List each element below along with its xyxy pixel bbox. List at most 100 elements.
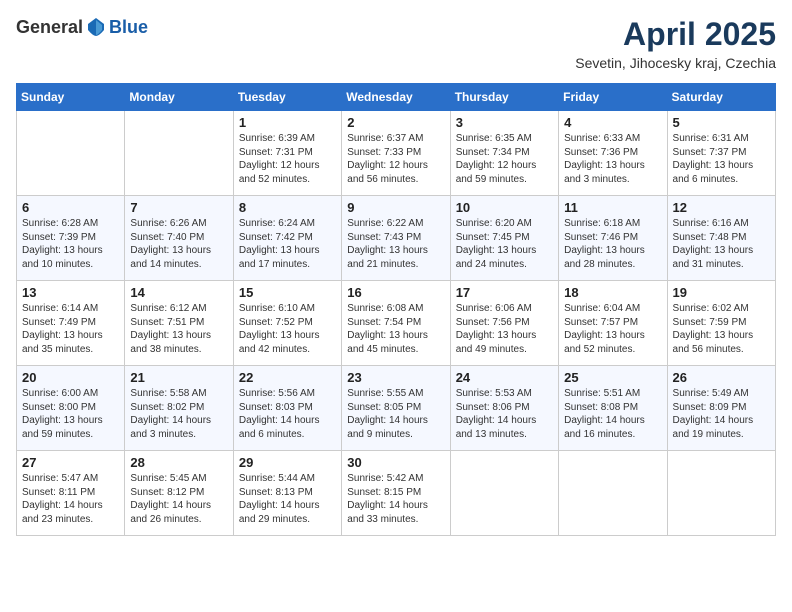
calendar-cell: 8Sunrise: 6:24 AM Sunset: 7:42 PM Daylig… — [233, 196, 341, 281]
cell-details: Sunrise: 6:31 AM Sunset: 7:37 PM Dayligh… — [673, 132, 770, 186]
day-number: 25 — [564, 370, 661, 385]
day-number: 13 — [22, 285, 119, 300]
logo-blue: Blue — [109, 17, 148, 38]
calendar-cell: 3 Sunrise: 6:35 AM Sunset: 7:34 PM Daylig… — [450, 111, 558, 196]
cell-details: Sunrise: 6:04 AM Sunset: 7:57 PM Dayligh… — [564, 302, 661, 356]
column-header-thursday: Thursday — [450, 84, 558, 111]
cell-details: Sunrise: 6:02 AM Sunset: 7:59 PM Dayligh… — [673, 302, 770, 356]
cell-details: Sunrise: 6:20 AM Sunset: 7:45 PM Dayligh… — [456, 217, 553, 271]
calendar-week-row: 1Sunrise: 6:39 AM Sunset: 7:31 PM Daylig… — [17, 111, 776, 196]
cell-details: Sunrise: 6:16 AM Sunset: 7:48 PM Dayligh… — [673, 217, 770, 271]
day-number: 19 — [673, 285, 770, 300]
calendar-table: SundayMondayTuesdayWednesdayThursdayFrid… — [16, 83, 776, 536]
day-number: 26 — [673, 370, 770, 385]
column-header-friday: Friday — [559, 84, 667, 111]
day-number: 4 — [564, 115, 661, 130]
logo-icon — [85, 16, 107, 38]
cell-details: Sunrise: 6:08 AM Sunset: 7:54 PM Dayligh… — [347, 302, 444, 356]
day-number: 27 — [22, 455, 119, 470]
day-number: 11 — [564, 200, 661, 215]
cell-details: Sunrise: 6:00 AM Sunset: 8:00 PM Dayligh… — [22, 387, 119, 441]
calendar-cell: 21 Sunrise: 5:58 AM Sunset: 8:02 PM Dayli… — [125, 366, 233, 451]
calendar-cell: 23 Sunrise: 5:55 AM Sunset: 8:05 PM Dayli… — [342, 366, 450, 451]
calendar-cell: 14Sunrise: 6:12 AM Sunset: 7:51 PM Dayli… — [125, 281, 233, 366]
calendar-week-row: 27 Sunrise: 5:47 AM Sunset: 8:11 PM Dayli… — [17, 451, 776, 536]
calendar-cell: 18 Sunrise: 6:04 AM Sunset: 7:57 PM Dayli… — [559, 281, 667, 366]
column-header-sunday: Sunday — [17, 84, 125, 111]
calendar-cell: 11 Sunrise: 6:18 AM Sunset: 7:46 PM Dayli… — [559, 196, 667, 281]
logo-general: General — [16, 17, 83, 38]
cell-details: Sunrise: 6:10 AM Sunset: 7:52 PM Dayligh… — [239, 302, 336, 356]
calendar-cell: 9Sunrise: 6:22 AM Sunset: 7:43 PM Daylig… — [342, 196, 450, 281]
calendar-cell: 26Sunrise: 5:49 AM Sunset: 8:09 PM Dayli… — [667, 366, 775, 451]
column-header-tuesday: Tuesday — [233, 84, 341, 111]
calendar-cell: 27 Sunrise: 5:47 AM Sunset: 8:11 PM Dayli… — [17, 451, 125, 536]
cell-details: Sunrise: 6:28 AM Sunset: 7:39 PM Dayligh… — [22, 217, 119, 271]
cell-details: Sunrise: 5:56 AM Sunset: 8:03 PM Dayligh… — [239, 387, 336, 441]
cell-details: Sunrise: 5:58 AM Sunset: 8:02 PM Dayligh… — [130, 387, 227, 441]
cell-details: Sunrise: 6:35 AM Sunset: 7:34 PM Dayligh… — [456, 132, 553, 186]
cell-details: Sunrise: 6:37 AM Sunset: 7:33 PM Dayligh… — [347, 132, 444, 186]
column-header-saturday: Saturday — [667, 84, 775, 111]
calendar-header-row: SundayMondayTuesdayWednesdayThursdayFrid… — [17, 84, 776, 111]
cell-details: Sunrise: 6:06 AM Sunset: 7:56 PM Dayligh… — [456, 302, 553, 356]
calendar-cell — [667, 451, 775, 536]
title-area: April 2025 Sevetin, Jihocesky kraj, Czec… — [575, 16, 776, 71]
day-number: 7 — [130, 200, 227, 215]
logo-text: General Blue — [16, 16, 148, 38]
day-number: 29 — [239, 455, 336, 470]
calendar-cell: 4Sunrise: 6:33 AM Sunset: 7:36 PM Daylig… — [559, 111, 667, 196]
column-header-wednesday: Wednesday — [342, 84, 450, 111]
calendar-week-row: 20 Sunrise: 6:00 AM Sunset: 8:00 PM Dayli… — [17, 366, 776, 451]
calendar-week-row: 6 Sunrise: 6:28 AM Sunset: 7:39 PM Daylig… — [17, 196, 776, 281]
day-number: 28 — [130, 455, 227, 470]
calendar-cell — [17, 111, 125, 196]
day-number: 15 — [239, 285, 336, 300]
calendar-cell — [559, 451, 667, 536]
calendar-cell: 7Sunrise: 6:26 AM Sunset: 7:40 PM Daylig… — [125, 196, 233, 281]
calendar-cell: 22 Sunrise: 5:56 AM Sunset: 8:03 PM Dayli… — [233, 366, 341, 451]
calendar-cell: 10 Sunrise: 6:20 AM Sunset: 7:45 PM Dayli… — [450, 196, 558, 281]
day-number: 22 — [239, 370, 336, 385]
calendar-cell: 1Sunrise: 6:39 AM Sunset: 7:31 PM Daylig… — [233, 111, 341, 196]
day-number: 16 — [347, 285, 444, 300]
day-number: 21 — [130, 370, 227, 385]
calendar-cell: 29 Sunrise: 5:44 AM Sunset: 8:13 PM Dayli… — [233, 451, 341, 536]
calendar-cell: 20 Sunrise: 6:00 AM Sunset: 8:00 PM Dayli… — [17, 366, 125, 451]
day-number: 2 — [347, 115, 444, 130]
day-number: 6 — [22, 200, 119, 215]
day-number: 24 — [456, 370, 553, 385]
calendar-cell: 12 Sunrise: 6:16 AM Sunset: 7:48 PM Dayli… — [667, 196, 775, 281]
cell-details: Sunrise: 5:47 AM Sunset: 8:11 PM Dayligh… — [22, 472, 119, 526]
cell-details: Sunrise: 5:53 AM Sunset: 8:06 PM Dayligh… — [456, 387, 553, 441]
calendar-cell: 28 Sunrise: 5:45 AM Sunset: 8:12 PM Dayli… — [125, 451, 233, 536]
cell-details: Sunrise: 5:44 AM Sunset: 8:13 PM Dayligh… — [239, 472, 336, 526]
cell-details: Sunrise: 6:24 AM Sunset: 7:42 PM Dayligh… — [239, 217, 336, 271]
calendar-cell: 13Sunrise: 6:14 AM Sunset: 7:49 PM Dayli… — [17, 281, 125, 366]
calendar-cell — [450, 451, 558, 536]
cell-details: Sunrise: 6:12 AM Sunset: 7:51 PM Dayligh… — [130, 302, 227, 356]
cell-details: Sunrise: 5:55 AM Sunset: 8:05 PM Dayligh… — [347, 387, 444, 441]
calendar-cell: 30Sunrise: 5:42 AM Sunset: 8:15 PM Dayli… — [342, 451, 450, 536]
calendar-cell: 19 Sunrise: 6:02 AM Sunset: 7:59 PM Dayli… — [667, 281, 775, 366]
header: General Blue April 2025 Sevetin, Jihoces… — [16, 16, 776, 71]
logo: General Blue — [16, 16, 148, 38]
month-title: April 2025 — [575, 16, 776, 53]
calendar-cell: 6 Sunrise: 6:28 AM Sunset: 7:39 PM Daylig… — [17, 196, 125, 281]
calendar-cell: 16 Sunrise: 6:08 AM Sunset: 7:54 PM Dayli… — [342, 281, 450, 366]
cell-details: Sunrise: 5:45 AM Sunset: 8:12 PM Dayligh… — [130, 472, 227, 526]
day-number: 10 — [456, 200, 553, 215]
calendar-cell: 5Sunrise: 6:31 AM Sunset: 7:37 PM Daylig… — [667, 111, 775, 196]
day-number: 23 — [347, 370, 444, 385]
calendar-week-row: 13Sunrise: 6:14 AM Sunset: 7:49 PM Dayli… — [17, 281, 776, 366]
day-number: 30 — [347, 455, 444, 470]
calendar-cell: 15 Sunrise: 6:10 AM Sunset: 7:52 PM Dayli… — [233, 281, 341, 366]
column-header-monday: Monday — [125, 84, 233, 111]
day-number: 20 — [22, 370, 119, 385]
cell-details: Sunrise: 6:22 AM Sunset: 7:43 PM Dayligh… — [347, 217, 444, 271]
day-number: 18 — [564, 285, 661, 300]
day-number: 3 — [456, 115, 553, 130]
cell-details: Sunrise: 6:18 AM Sunset: 7:46 PM Dayligh… — [564, 217, 661, 271]
day-number: 12 — [673, 200, 770, 215]
day-number: 17 — [456, 285, 553, 300]
